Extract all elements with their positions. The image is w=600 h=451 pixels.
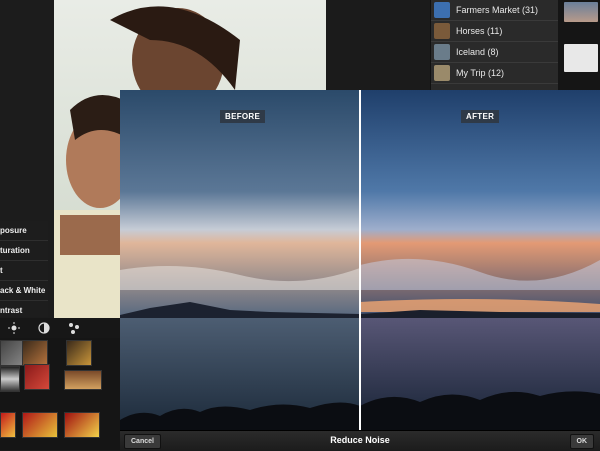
ok-button[interactable]: OK: [569, 434, 594, 449]
bottom-toolbar: Cancel Reduce Noise OK: [120, 430, 600, 451]
after-label: AFTER: [461, 110, 500, 123]
album-thumb: [434, 44, 450, 60]
album-label: Horses (11): [456, 26, 503, 36]
grid-thumb[interactable]: [64, 412, 100, 438]
grid-thumb[interactable]: [0, 366, 20, 392]
menu-item-tint[interactable]: t: [0, 261, 48, 281]
split-divider-handle[interactable]: [359, 90, 361, 430]
grid-thumb[interactable]: [22, 340, 48, 366]
grid-thumb[interactable]: [64, 370, 102, 390]
album-item-iceland[interactable]: Iceland (8): [431, 42, 559, 63]
menu-item-label: turation: [0, 246, 30, 255]
grid-thumb[interactable]: [66, 340, 92, 366]
album-thumb: [434, 65, 450, 81]
grid-thumb[interactable]: [22, 412, 58, 438]
menu-item-exposure[interactable]: posure: [0, 221, 48, 241]
strip-thumb[interactable]: [564, 44, 598, 72]
menu-item-label: posure: [0, 226, 27, 235]
album-label: My Trip (12): [456, 68, 505, 78]
menu-item-label: t: [0, 266, 3, 275]
album-label: Farmers Market (31): [456, 5, 539, 15]
menu-item-saturation[interactable]: turation: [0, 241, 48, 261]
album-item-horses[interactable]: Horses (11): [431, 21, 559, 42]
menu-item-label: ntrast: [0, 306, 23, 315]
album-thumb: [434, 23, 450, 39]
album-item-farmers-market[interactable]: Farmers Market (31): [431, 0, 559, 21]
album-label: Iceland (8): [456, 47, 499, 57]
brightness-icon[interactable]: [8, 322, 20, 334]
adjustments-menu: posure turation t ack & White ntrast: [0, 221, 48, 321]
menu-item-label: ack & White: [0, 286, 46, 295]
toolbar-title: Reduce Noise: [330, 435, 390, 445]
album-item-my-trip[interactable]: My Trip (12): [431, 63, 559, 84]
thumbnail-grid: [0, 338, 120, 450]
menu-item-black-and-white[interactable]: ack & White: [0, 281, 48, 301]
before-label: BEFORE: [220, 110, 266, 123]
album-list: Farmers Market (31) Horses (11) Iceland …: [430, 0, 559, 92]
contrast-circle-icon[interactable]: [38, 322, 50, 334]
photo-strip: [558, 0, 600, 92]
strip-thumb[interactable]: [564, 2, 598, 22]
effects-icon[interactable]: [68, 322, 80, 334]
grid-thumb[interactable]: [24, 364, 50, 390]
album-thumb: [434, 2, 450, 18]
grid-thumb[interactable]: [0, 412, 16, 438]
tool-row: [0, 318, 120, 338]
